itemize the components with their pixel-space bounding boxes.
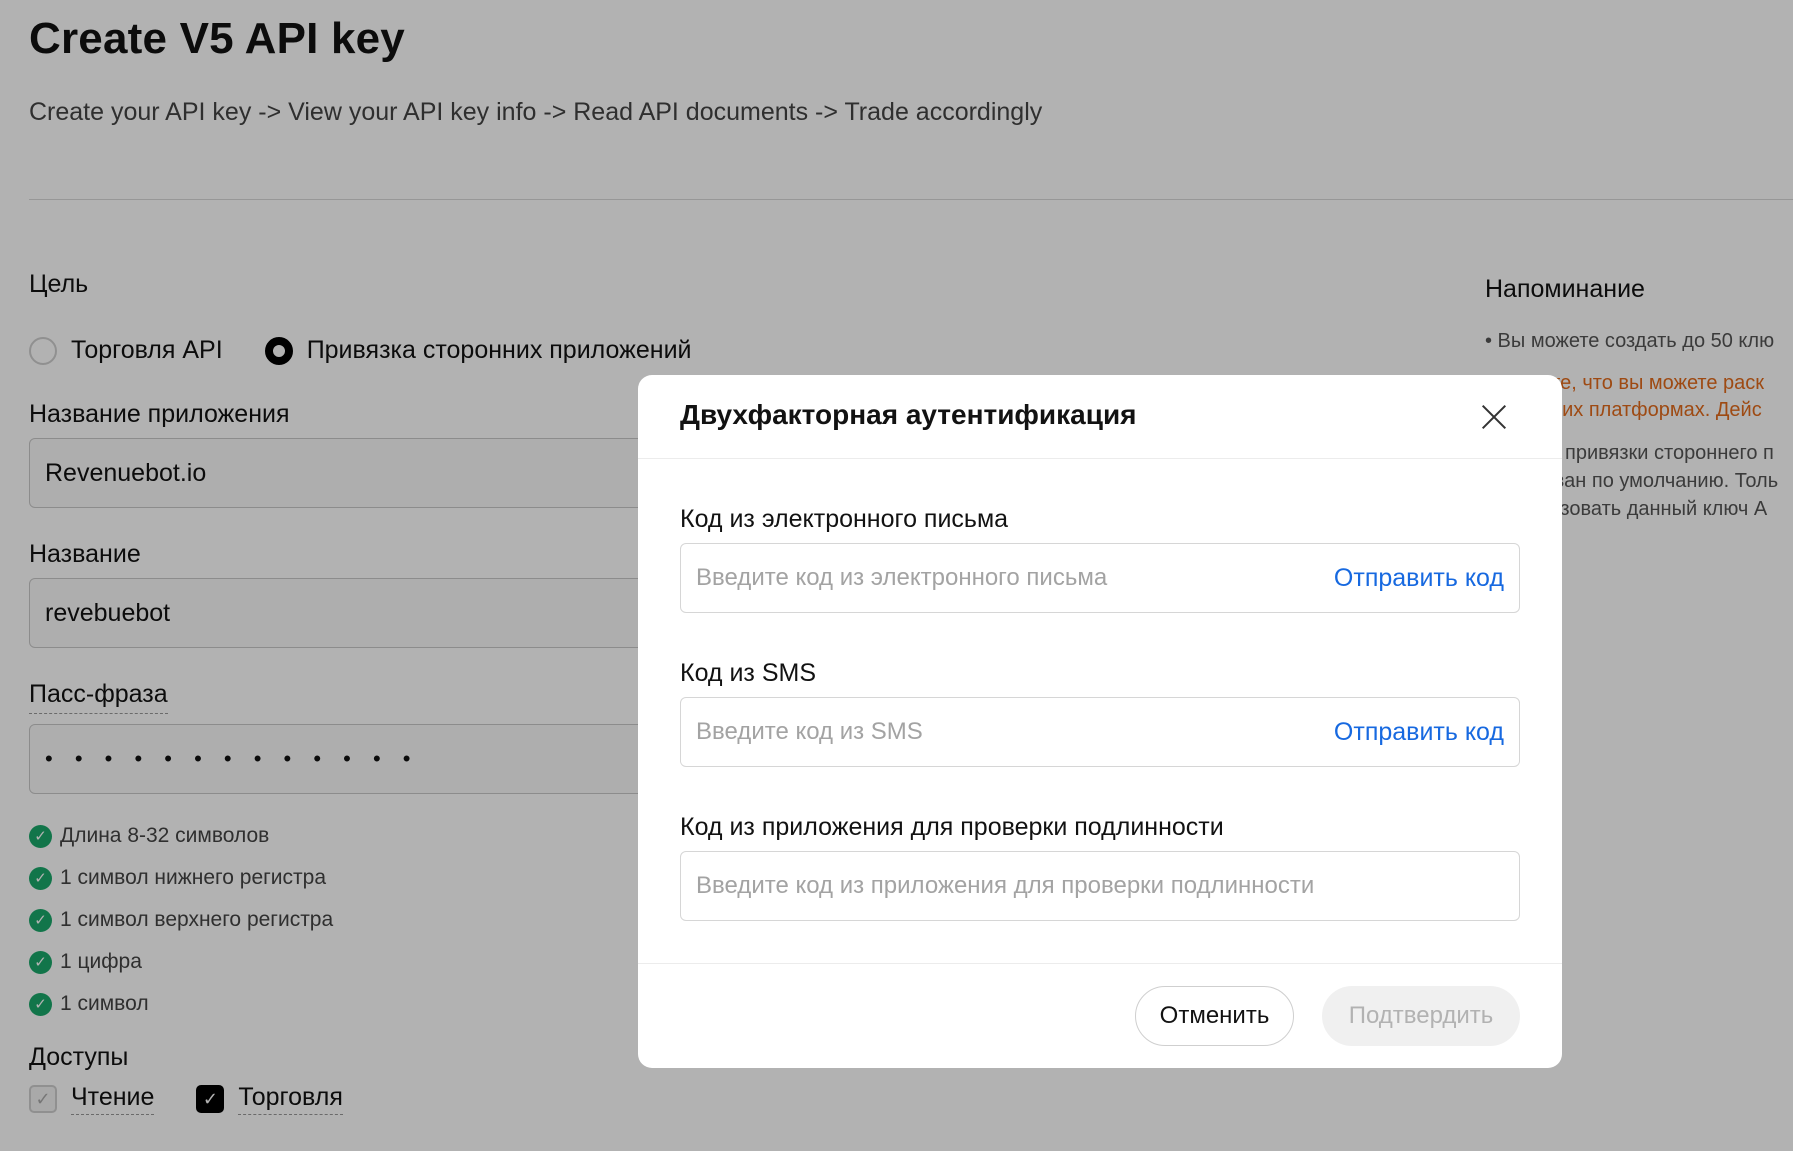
cancel-button[interactable]: Отменить [1135,986,1294,1046]
sms-code-field: Отправить код [680,697,1520,767]
authenticator-code-label: Код из приложения для проверки подлиннос… [680,813,1224,841]
two-factor-dialog: Двухфакторная аутентификация Код из элек… [638,375,1562,1068]
dialog-footer: Отменить Подтвердить [638,963,1562,1068]
email-code-label: Код из электронного письма [680,505,1009,533]
authenticator-code-input[interactable] [681,852,1519,920]
email-send-code-link[interactable]: Отправить код [1333,564,1504,593]
close-icon[interactable] [1474,397,1514,437]
email-code-field: Отправить код [680,543,1520,613]
dialog-header: Двухфакторная аутентификация [638,375,1562,459]
confirm-button[interactable]: Подтвердить [1322,986,1520,1046]
sms-send-code-link[interactable]: Отправить код [1333,718,1504,747]
sms-code-label: Код из SMS [680,659,816,687]
authenticator-code-field [680,851,1520,921]
dialog-title: Двухфакторная аутентификация [680,399,1137,430]
